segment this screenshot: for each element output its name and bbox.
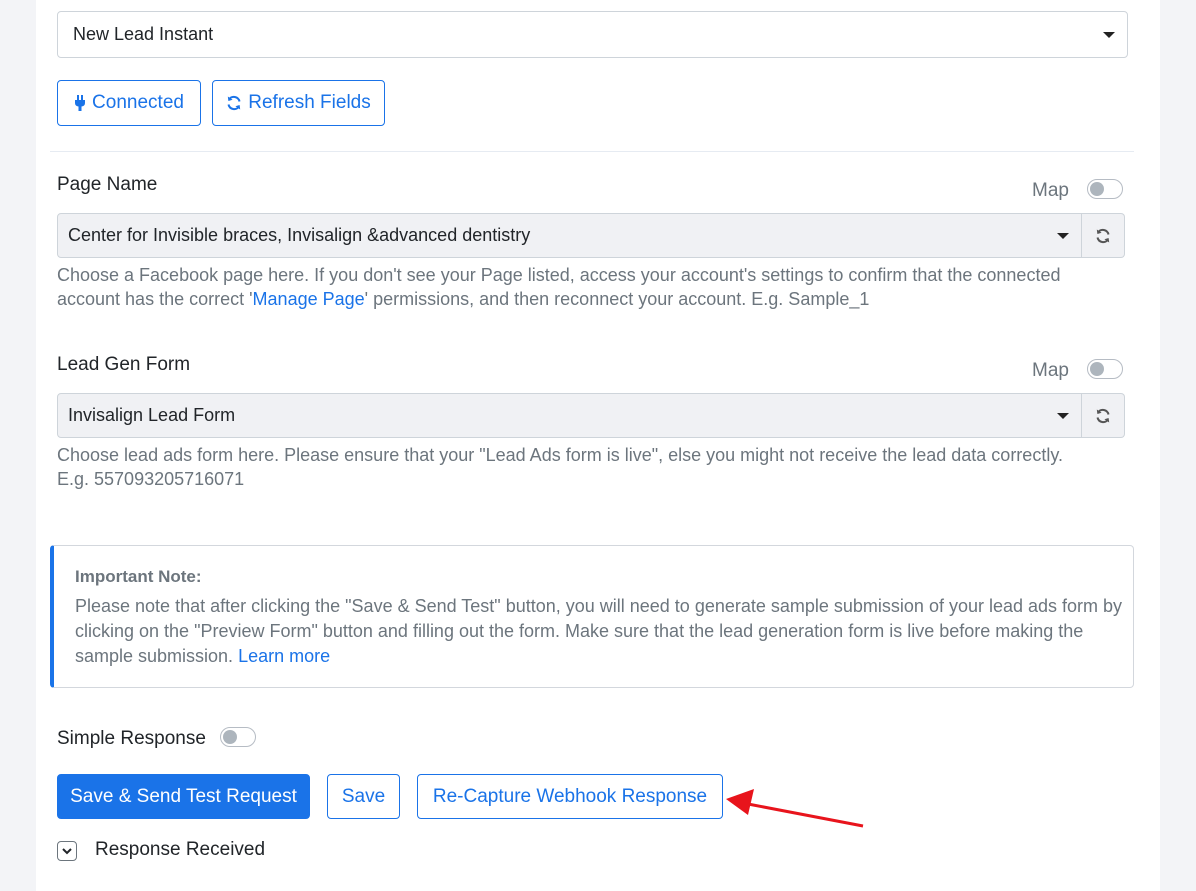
response-received-label: Response Received xyxy=(95,839,266,860)
save-button[interactable]: Save xyxy=(327,774,400,819)
chevron-down-icon xyxy=(62,848,72,855)
refresh-icon xyxy=(1096,228,1110,243)
section-divider xyxy=(50,151,1134,152)
simple-response-label: Simple Response xyxy=(57,728,206,749)
manage-page-link[interactable]: Manage Page xyxy=(253,289,365,309)
lead-gen-form-refresh-button[interactable] xyxy=(1082,393,1125,438)
refresh-fields-label: Refresh Fields xyxy=(248,92,371,113)
chevron-down-icon xyxy=(1057,232,1069,239)
page-name-map-toggle[interactable] xyxy=(1087,179,1123,199)
note-body: Please note that after clicking the "Sav… xyxy=(75,594,1125,669)
refresh-icon xyxy=(1096,408,1110,423)
chevron-down-icon xyxy=(1057,412,1069,419)
toggle-knob xyxy=(1090,362,1104,376)
refresh-icon xyxy=(227,95,241,111)
page-name-help: Choose a Facebook page here. If you don'… xyxy=(57,263,1067,311)
plug-icon xyxy=(75,95,86,111)
save-send-test-request-button[interactable]: Save & Send Test Request xyxy=(57,774,310,819)
lead-gen-form-value: Invisalign Lead Form xyxy=(68,405,236,425)
page-name-help-text-end: ' permissions, and then reconnect your a… xyxy=(364,289,870,309)
connected-button[interactable]: Connected xyxy=(57,80,201,126)
connected-label: Connected xyxy=(92,92,184,113)
refresh-fields-button[interactable]: Refresh Fields xyxy=(212,80,385,126)
lead-gen-form-select[interactable]: Invisalign Lead Form xyxy=(57,393,1082,438)
lead-gen-form-label: Lead Gen Form xyxy=(57,354,191,375)
chevron-down-icon xyxy=(1103,31,1115,38)
trigger-event-value: New Lead Instant xyxy=(73,24,214,44)
recapture-webhook-response-button[interactable]: Re-Capture Webhook Response xyxy=(417,774,723,819)
trigger-event-select[interactable]: New Lead Instant xyxy=(57,11,1128,58)
response-received-checkbox[interactable] xyxy=(57,841,77,861)
page-name-map-label: Map xyxy=(1032,180,1069,201)
learn-more-link[interactable]: Learn more xyxy=(238,646,330,666)
lead-gen-form-help: Choose lead ads form here. Please ensure… xyxy=(57,445,1063,489)
lead-gen-form-map-toggle[interactable] xyxy=(1087,359,1123,379)
simple-response-toggle[interactable] xyxy=(220,727,256,747)
page-name-select[interactable]: Center for Invisible braces, Invisalign … xyxy=(57,213,1082,258)
lead-gen-form-map-label: Map xyxy=(1032,360,1069,381)
note-text: Please note that after clicking the "Sav… xyxy=(75,596,1123,666)
annotation-arrow-icon xyxy=(726,789,864,828)
toggle-knob xyxy=(1090,182,1104,196)
toggle-knob xyxy=(223,730,237,744)
important-note: Important Note: Please note that after c… xyxy=(50,545,1134,688)
note-title: Important Note: xyxy=(75,567,202,586)
page-name-label: Page Name xyxy=(57,174,158,195)
page-name-value: Center for Invisible braces, Invisalign … xyxy=(68,225,531,245)
page-name-refresh-button[interactable] xyxy=(1082,213,1125,258)
